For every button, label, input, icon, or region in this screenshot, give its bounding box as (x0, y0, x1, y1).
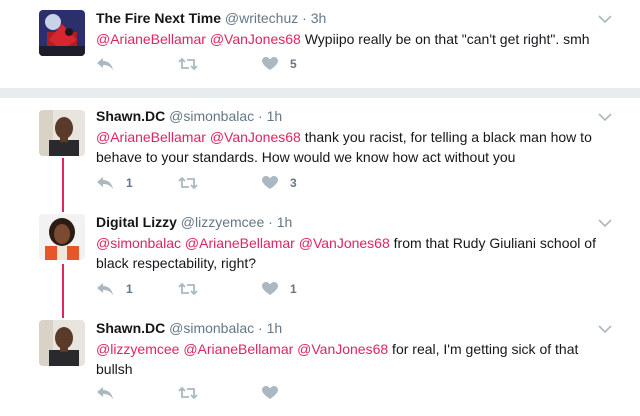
tweet-text: @simonbalac @ArianeBellamar @VanJones68 … (96, 233, 616, 273)
tweet-text-content: from that Rudy Giuliani school of (389, 235, 596, 251)
chevron-down-icon[interactable] (598, 324, 612, 334)
like-button[interactable]: 1 (262, 282, 297, 296)
reply-count: 1 (126, 176, 133, 190)
tweet-4[interactable]: Shawn.DC @simonbalac · 1h @lizzyemcee @A… (0, 310, 640, 416)
handle[interactable]: @simonbalac (169, 320, 254, 336)
tweet-2[interactable]: Shawn.DC @simonbalac · 1h @ArianeBellama… (0, 98, 640, 204)
reply-icon (97, 283, 113, 295)
tweet-text: @ArianeBellamar @VanJones68 Wypiipo real… (96, 29, 616, 49)
handle[interactable]: @writechuz (225, 10, 298, 26)
retweet-icon (178, 176, 198, 190)
reply-icon (97, 177, 113, 189)
like-button[interactable]: 5 (262, 57, 297, 71)
tweet-text-content-line2: black respectability, right? (96, 255, 257, 271)
retweet-button[interactable] (178, 386, 210, 400)
tweet-text: @ArianeBellamar @VanJones68 thank you ra… (96, 127, 616, 167)
like-icon (262, 282, 278, 295)
tweet-text-content: thank you racist, for telling a black ma… (300, 129, 592, 145)
reply-icon (97, 387, 113, 399)
tweet-header: Shawn.DC @simonbalac · 1h (96, 108, 283, 124)
avatar[interactable] (39, 10, 85, 56)
like-icon (262, 57, 278, 70)
avatar[interactable] (39, 110, 85, 156)
timestamp[interactable]: 1h (267, 108, 283, 124)
retweet-button[interactable] (178, 176, 210, 190)
mention-link[interactable]: @VanJones68 (210, 31, 301, 47)
mention-link[interactable]: @VanJones68 (299, 235, 390, 251)
like-button[interactable] (262, 386, 290, 400)
tweet-header: The Fire Next Time @writechuz · 3h (96, 10, 327, 26)
mention-link[interactable]: @simonbalac (96, 235, 181, 251)
tweet-text-content-line2: bullsh (96, 361, 133, 377)
tweet-header: Shawn.DC @simonbalac · 1h (96, 320, 283, 336)
retweet-icon (178, 57, 198, 71)
reply-count: 1 (126, 282, 133, 296)
display-name[interactable]: Shawn.DC (96, 108, 165, 124)
mention-link[interactable]: @lizzyemcee (96, 341, 179, 357)
tweet-text-content: Wypiipo really be on that "can't get rig… (300, 31, 590, 47)
timestamp[interactable]: 3h (311, 10, 327, 26)
retweet-icon (178, 282, 198, 296)
tweet-text-content: for real, I'm getting sick of that (388, 341, 579, 357)
display-name[interactable]: Digital Lizzy (96, 214, 177, 230)
mention-link[interactable]: @ArianeBellamar (96, 31, 206, 47)
display-name[interactable]: The Fire Next Time (96, 10, 221, 26)
like-icon (262, 176, 278, 189)
retweet-icon (178, 386, 198, 400)
timestamp[interactable]: 1h (277, 214, 293, 230)
avatar[interactable] (39, 320, 85, 366)
like-icon (262, 386, 278, 399)
retweet-button[interactable] (178, 282, 210, 296)
tweet-text: @lizzyemcee @ArianeBellamar @VanJones68 … (96, 339, 616, 379)
reply-icon (97, 58, 113, 70)
like-count: 5 (290, 57, 297, 71)
tweet-3[interactable]: Digital Lizzy @lizzyemcee · 1h @simonbal… (0, 204, 640, 310)
conversation-separator (0, 88, 640, 98)
mention-link[interactable]: @ArianeBellamar (96, 129, 206, 145)
reply-button[interactable]: 1 (96, 282, 133, 296)
mention-link[interactable]: @ArianeBellamar (183, 341, 293, 357)
tweet-header: Digital Lizzy @lizzyemcee · 1h (96, 214, 293, 230)
chevron-down-icon[interactable] (598, 218, 612, 228)
handle[interactable]: @simonbalac (169, 108, 254, 124)
mention-link[interactable]: @ArianeBellamar (185, 235, 295, 251)
reply-button[interactable] (96, 386, 126, 400)
like-button[interactable]: 3 (262, 176, 297, 190)
mention-link[interactable]: @VanJones68 (297, 341, 388, 357)
display-name[interactable]: Shawn.DC (96, 320, 165, 336)
chevron-down-icon[interactable] (598, 112, 612, 122)
handle[interactable]: @lizzyemcee (181, 214, 264, 230)
tweet-1[interactable]: The Fire Next Time @writechuz · 3h @Aria… (0, 0, 640, 88)
reply-button[interactable]: 1 (96, 176, 133, 190)
timestamp[interactable]: 1h (267, 320, 283, 336)
tweet-text-content-line2: behave to your standards. How would we k… (96, 149, 516, 165)
avatar[interactable] (39, 214, 85, 260)
like-count: 3 (290, 176, 297, 190)
retweet-button[interactable] (178, 57, 210, 71)
like-count: 1 (290, 282, 297, 296)
chevron-down-icon[interactable] (598, 14, 612, 24)
reply-button[interactable] (96, 57, 126, 71)
mention-link[interactable]: @VanJones68 (210, 129, 301, 145)
